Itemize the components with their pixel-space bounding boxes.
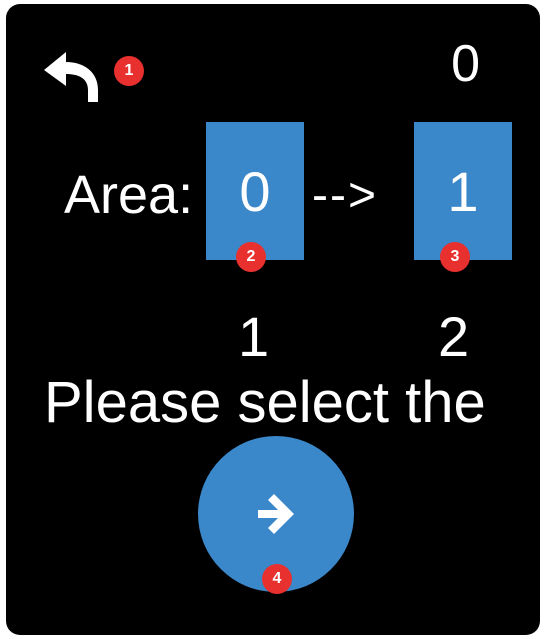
area-to-box[interactable]: 1 [414,122,512,260]
area-from-value: 0 [239,159,271,223]
annotation-badge-1: 1 [114,56,144,86]
below-number-1: 1 [238,305,270,368]
watch-screen: 1 0 Area: 0 2 --> 1 3 1 2 Please select … [6,4,540,635]
annotation-badge-4: 4 [262,564,292,594]
arrow-right-icon [258,494,294,534]
area-from-box[interactable]: 0 [206,122,304,260]
undo-arrow-icon [44,52,98,102]
area-arrow: --> [312,169,378,222]
area-label: Area: [64,165,194,225]
back-button[interactable] [40,48,108,108]
counter-value: 0 [451,35,480,93]
area-to-value: 1 [447,159,479,223]
prompt-text: Please select the [44,370,486,435]
below-number-2: 2 [438,305,470,368]
annotation-badge-3: 3 [440,242,470,272]
annotation-badge-2: 2 [236,242,266,272]
